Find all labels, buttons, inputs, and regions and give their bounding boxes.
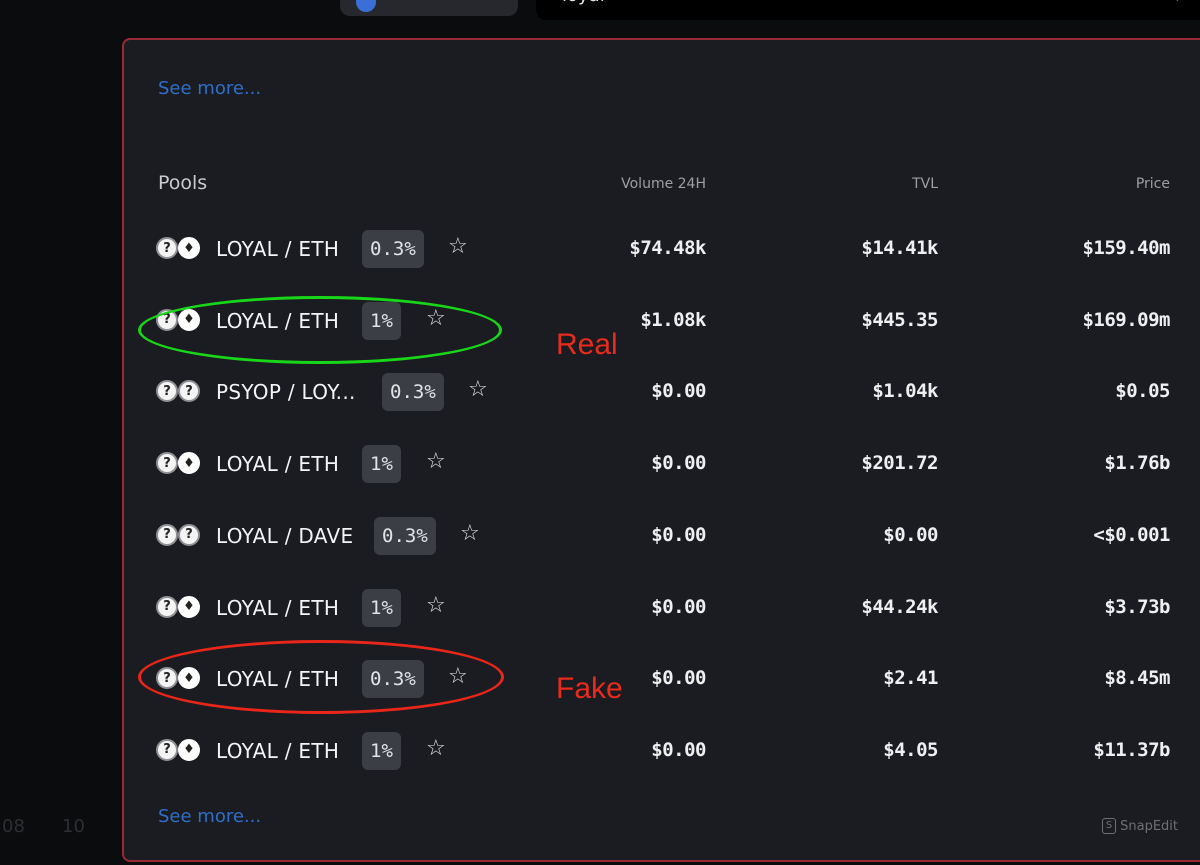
column-header-price[interactable]: Price xyxy=(1010,176,1170,192)
token-pair-icons: ? ♦ xyxy=(156,452,204,478)
see-more-tokens-link[interactable]: See more... xyxy=(158,78,261,99)
watermark-text: SnapEdit xyxy=(1120,818,1178,834)
fee-tier-badge: 1% xyxy=(362,445,401,484)
eth-token-icon: ♦ xyxy=(178,667,200,690)
pool-row[interactable]: ? ♦ LOYAL / ETH 1% ☆ $0.00 $4.05 $11.37b xyxy=(124,722,1200,782)
pool-price: $0.05 xyxy=(1115,380,1170,403)
pool-row[interactable]: ? ? LOYAL / DAVE 0.3% ☆ $0.00 $0.00 <$0.… xyxy=(124,507,1200,567)
eth-token-icon: ♦ xyxy=(178,738,200,761)
background-axis-label: 08 xyxy=(2,816,25,837)
see-more-pools-link[interactable]: See more... xyxy=(158,806,261,827)
pool-price: $3.73b xyxy=(1104,595,1170,618)
pool-volume-24h: $0.00 xyxy=(651,523,706,546)
ethereum-chain-icon xyxy=(356,0,376,12)
fee-tier-badge: 0.3% xyxy=(362,230,424,268)
pool-pair-name: LOYAL / ETH xyxy=(216,667,340,692)
pool-row[interactable]: ? ♦ LOYAL / ETH 1% ☆ $0.00 $44.24k $3.73… xyxy=(124,579,1200,639)
pool-row[interactable]: ? ♦ LOYAL / ETH 1% ☆ $0.00 $201.72 $1.76… xyxy=(124,435,1200,495)
pool-price: $11.37b xyxy=(1093,738,1170,761)
pool-tvl: $2.41 xyxy=(883,667,938,690)
eth-token-icon: ♦ xyxy=(178,452,200,475)
pool-price: $169.09m xyxy=(1082,308,1170,331)
pool-pair-name: LOYAL / ETH xyxy=(216,452,340,477)
pool-row[interactable]: ? ♦ LOYAL / ETH 0.3% ☆ $0.00 $2.41 $8.45… xyxy=(124,650,1200,710)
token-pair-icons: ? ♦ xyxy=(156,595,204,622)
search-results-panel: See more... Pools Volume 24H TVL Price ?… xyxy=(122,38,1200,862)
unknown-token-icon: ? xyxy=(178,523,200,546)
pool-pair-name: LOYAL / ETH xyxy=(216,308,340,333)
unknown-token-icon: ? xyxy=(156,523,178,546)
pool-pair-name: LOYAL / ETH xyxy=(216,595,340,620)
unknown-token-icon: ? xyxy=(156,308,178,331)
unknown-token-icon: ? xyxy=(156,595,178,618)
pool-volume-24h: $0.00 xyxy=(651,380,706,403)
token-pair-icons: ? ♦ xyxy=(156,308,204,335)
favorite-star-icon[interactable]: ☆ xyxy=(426,449,446,474)
search-input[interactable] xyxy=(560,0,1124,7)
fee-tier-badge: 1% xyxy=(362,731,401,770)
pool-pair-name: PSYOP / LOY... xyxy=(216,380,356,405)
eth-token-icon: ♦ xyxy=(178,308,200,331)
pool-price: $159.40m xyxy=(1082,237,1170,259)
unknown-token-icon: ? xyxy=(156,237,178,259)
favorite-star-icon[interactable]: ☆ xyxy=(460,521,480,546)
search-box[interactable]: / xyxy=(536,0,1200,20)
background-axis-label: 10 xyxy=(62,816,85,837)
pools-section-title: Pools xyxy=(158,172,208,194)
fake-annotation: Fake xyxy=(556,672,623,705)
pool-volume-24h: $0.00 xyxy=(651,452,706,475)
pool-price: $1.76b xyxy=(1104,452,1170,475)
pool-row[interactable]: ? ? PSYOP / LOY... 0.3% ☆ $0.00 $1.04k $… xyxy=(124,363,1200,423)
pool-tvl: $445.35 xyxy=(861,308,938,331)
fee-tier-badge: 0.3% xyxy=(382,373,444,412)
snapedit-watermark: S SnapEdit xyxy=(1102,818,1178,834)
eth-token-icon: ♦ xyxy=(178,595,200,618)
chain-selector[interactable]: Ethereum xyxy=(340,0,518,16)
fee-tier-badge: 0.3% xyxy=(374,516,436,555)
column-header-tvl[interactable]: TVL xyxy=(778,176,938,192)
pool-tvl: $4.05 xyxy=(883,738,938,761)
fee-tier-badge: 1% xyxy=(362,588,401,627)
pool-volume-24h: $0.00 xyxy=(651,738,706,761)
favorite-star-icon[interactable]: ☆ xyxy=(448,234,468,259)
favorite-star-icon[interactable]: ☆ xyxy=(426,736,446,761)
favorite-star-icon[interactable]: ☆ xyxy=(426,593,446,618)
unknown-token-icon: ? xyxy=(156,380,178,403)
token-pair-icons: ? ♦ xyxy=(156,667,204,693)
favorite-star-icon[interactable]: ☆ xyxy=(468,377,488,402)
unknown-token-icon: ? xyxy=(156,738,178,761)
pool-volume-24h: $74.48k xyxy=(629,237,706,259)
unknown-token-icon: ? xyxy=(156,452,178,475)
real-annotation: Real xyxy=(556,328,618,361)
pool-price: $8.45m xyxy=(1104,667,1170,690)
pool-price: <$0.001 xyxy=(1093,523,1170,546)
token-pair-icons: ? ♦ xyxy=(156,738,204,765)
fee-tier-badge: 1% xyxy=(362,301,401,340)
column-header-volume[interactable]: Volume 24H xyxy=(546,176,706,192)
unknown-token-icon: ? xyxy=(178,380,200,403)
chain-label: Ethereum xyxy=(386,0,464,3)
pool-row[interactable]: ? ♦ LOYAL / ETH 1% ☆ $1.08k $445.35 $169… xyxy=(124,292,1200,352)
pool-pair-name: LOYAL / DAVE xyxy=(216,523,354,548)
token-pair-icons: ? ♦ xyxy=(156,237,204,263)
pool-volume-24h: $0.00 xyxy=(651,595,706,618)
token-pair-icons: ? ? xyxy=(156,523,204,550)
pool-tvl: $201.72 xyxy=(861,452,938,475)
pool-pair-name: LOYAL / ETH xyxy=(216,738,340,763)
snapedit-logo-icon: S xyxy=(1102,818,1117,834)
pool-pair-name: LOYAL / ETH xyxy=(216,237,340,261)
eth-token-icon: ♦ xyxy=(178,237,200,259)
pool-row[interactable]: ? ♦ LOYAL / ETH 0.3% ☆ $74.48k $14.41k $… xyxy=(124,220,1200,280)
top-bar: Ethereum / xyxy=(0,0,1200,20)
pool-tvl: $1.04k xyxy=(872,380,938,403)
favorite-star-icon[interactable]: ☆ xyxy=(426,306,446,331)
unknown-token-icon: ? xyxy=(156,667,178,690)
pool-tvl: $0.00 xyxy=(883,523,938,546)
token-pair-icons: ? ? xyxy=(156,380,204,406)
pool-tvl: $14.41k xyxy=(861,237,938,259)
fee-tier-badge: 0.3% xyxy=(362,660,424,699)
favorite-star-icon[interactable]: ☆ xyxy=(448,664,468,689)
search-shortcut-hint: / xyxy=(1177,0,1182,3)
pool-tvl: $44.24k xyxy=(861,595,938,618)
